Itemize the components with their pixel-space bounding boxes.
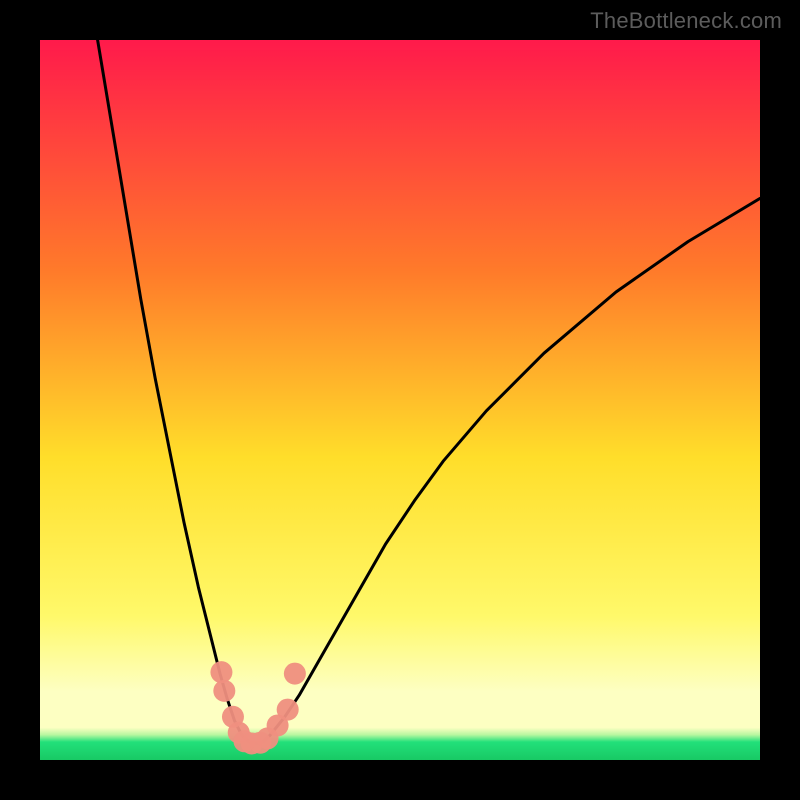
chart-frame: TheBottleneck.com — [0, 0, 800, 800]
data-markers — [40, 40, 760, 760]
watermark-text: TheBottleneck.com — [590, 8, 782, 34]
plot-area — [40, 40, 760, 760]
